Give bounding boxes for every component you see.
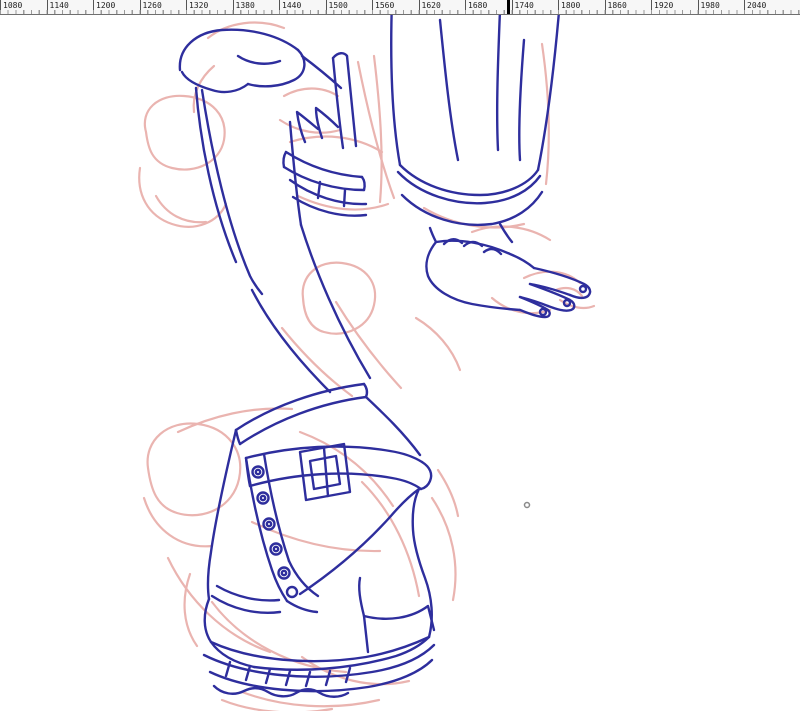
ruler-label: 1980 <box>697 0 720 14</box>
ruler-label: 1620 <box>418 0 441 14</box>
cursor-dot <box>523 501 531 509</box>
ruler-label: 1800 <box>558 0 580 14</box>
ruler-label: 1080 <box>0 0 22 14</box>
ruler-label: 1260 <box>139 0 162 14</box>
ruler-label: 1140 <box>46 0 69 14</box>
ruler-label: 1440 <box>279 0 301 14</box>
drawing-canvas[interactable] <box>0 0 800 711</box>
ruler-label: 1320 <box>186 0 208 14</box>
ruler-label: 1500 <box>325 0 348 14</box>
ruler-label: 2040 <box>744 0 766 14</box>
ruler-label: 1560 <box>372 0 394 14</box>
ruler-label: 1740 <box>511 0 534 14</box>
ruler-label: 1680 <box>465 0 487 14</box>
ruler-label: 1200 <box>93 0 115 14</box>
ruler-label: 1920 <box>651 0 673 14</box>
ink-layer <box>178 0 592 698</box>
horizontal-ruler[interactable]: 1080 1140 1200 1260 1320 1380 1440 1500 … <box>0 0 800 15</box>
ruler-label: 1860 <box>604 0 627 14</box>
ruler-label: 1380 <box>232 0 255 14</box>
artwork <box>138 0 596 711</box>
ruler-cursor-marker <box>507 0 510 14</box>
